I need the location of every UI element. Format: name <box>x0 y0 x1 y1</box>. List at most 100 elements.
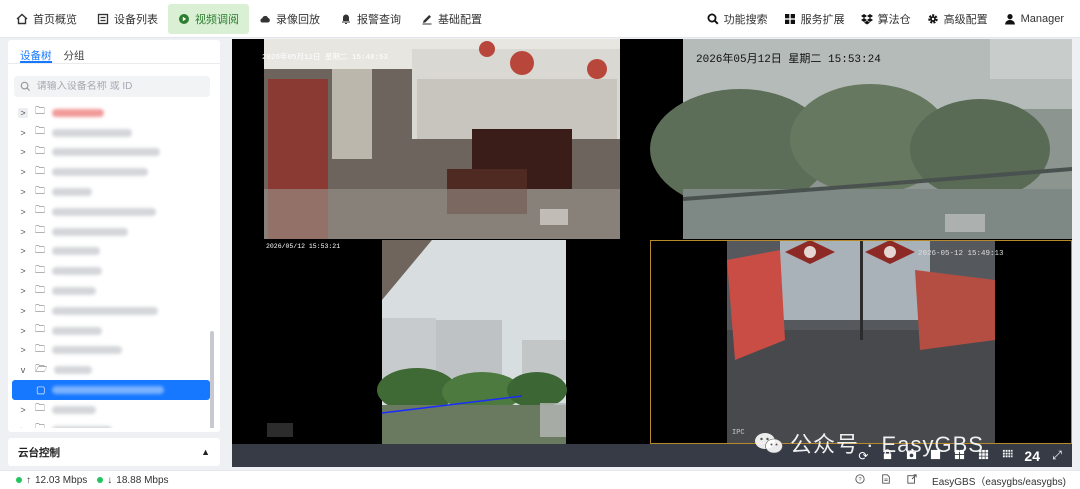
redacted-label <box>52 207 156 216</box>
nav-alarm-query[interactable]: 报警查询 <box>330 4 411 34</box>
video-timestamp: 2026-05-12 15:49:13 <box>918 250 1004 258</box>
chevron-right-icon[interactable]: > <box>18 207 28 217</box>
tree-node[interactable]: >🗀 <box>8 222 210 242</box>
nav-recording-playback[interactable]: 录像回放 <box>249 4 330 34</box>
folder-icon: 🗀 <box>35 145 45 157</box>
nav-algorithm-store-label: 算法仓 <box>877 13 911 26</box>
chevron-right-icon[interactable]: > <box>18 147 28 157</box>
chevron-right-icon[interactable]: > <box>18 286 28 296</box>
device-search-input[interactable] <box>36 81 204 92</box>
nav-service-extension[interactable]: 服务扩展 <box>776 4 853 34</box>
chevron-right-icon[interactable]: > <box>18 405 28 415</box>
folder-icon: 🗀 <box>35 403 45 415</box>
chevron-down-icon[interactable]: v <box>18 365 28 375</box>
video-cell-4[interactable]: 2026-05-12 15:49:13 IPC <box>650 240 1072 444</box>
tree-node[interactable]: >🗀 <box>8 321 210 341</box>
caret-up-icon[interactable]: ▲ <box>201 447 210 457</box>
nav-user-manager[interactable]: Manager <box>996 4 1072 34</box>
tree-node[interactable]: >🗀 <box>8 281 210 301</box>
redacted-label <box>52 346 122 355</box>
upload-rate: ↑ 12.03 Mbps <box>16 475 87 486</box>
layout-count[interactable]: 24 <box>1024 448 1040 464</box>
nav-basic-config[interactable]: 基础配置 <box>411 4 492 34</box>
video-cell-1[interactable]: 2026年05月12日 星期二 15:48:53 <box>232 39 650 239</box>
video-frame-lobby <box>232 39 650 239</box>
nav-advanced-config[interactable]: 高级配置 <box>919 4 996 34</box>
chevron-right-icon[interactable]: > <box>18 107 28 118</box>
dropbox-icon <box>860 13 873 25</box>
tree-node[interactable]: >🗀 <box>8 182 210 202</box>
tree-node[interactable]: >🗀 <box>8 341 210 361</box>
tree-node[interactable]: >🗀 <box>8 162 210 182</box>
gear-icon <box>927 13 939 25</box>
redacted-label <box>52 267 102 276</box>
nav-service-extension-label: 服务扩展 <box>800 13 845 26</box>
folder-icon: 🗀 <box>35 106 45 118</box>
redacted-label <box>52 227 128 236</box>
download-rate-value: 18.88 Mbps <box>116 474 169 486</box>
folder-icon: 🗀 <box>35 304 45 316</box>
nav-device-list-label: 设备列表 <box>114 13 158 26</box>
tree-node[interactable]: >🗀 <box>8 123 210 143</box>
tree-node[interactable]: >🗀 <box>8 242 210 262</box>
status-dot <box>97 477 104 483</box>
chevron-right-icon[interactable]: > <box>18 167 28 177</box>
tree-scrollbar[interactable] <box>210 331 214 428</box>
nav-home[interactable]: 首页概览 <box>6 4 87 34</box>
video-frame-street <box>232 240 650 444</box>
redacted-label <box>52 386 165 395</box>
top-navigation: 首页概览 设备列表 视频调阅 录像回放 报警查询 基础配置 功能搜索 服务扩展 … <box>0 0 1080 38</box>
tree-node-expanded[interactable]: v 🗁 <box>8 360 210 380</box>
ptz-control-panel[interactable]: 云台控制 ▲ <box>8 438 220 466</box>
nav-home-label: 首页概览 <box>33 13 77 26</box>
video-cell-2[interactable]: 2026年05月12日 星期二 15:53:24 <box>650 39 1072 239</box>
folder-icon: 🗀 <box>35 244 45 256</box>
status-dot <box>16 477 22 483</box>
video-grid: 2026年05月12日 星期二 15:48:53 2026年05月12日 星期二… <box>232 39 1072 467</box>
video-frame-park <box>650 39 1072 239</box>
chevron-right-icon[interactable]: > <box>18 246 28 256</box>
nav-algorithm-store[interactable]: 算法仓 <box>853 4 919 34</box>
nav-user-manager-label: Manager <box>1020 12 1064 25</box>
list-icon <box>97 13 109 25</box>
nav-recording-playback-label: 录像回放 <box>276 13 320 26</box>
nav-basic-config-label: 基础配置 <box>438 13 482 26</box>
upload-rate-value: 12.03 Mbps <box>35 474 88 486</box>
chevron-right-icon[interactable]: > <box>18 227 28 237</box>
tree-node[interactable]: >🗀 <box>8 202 210 222</box>
nav-device-list[interactable]: 设备列表 <box>87 4 168 34</box>
chevron-right-icon[interactable]: > <box>18 187 28 197</box>
tree-node[interactable]: >🗀 <box>8 400 210 420</box>
video-cell-3[interactable]: 2026/05/12 15:53:21 <box>232 240 650 444</box>
status-bar: ↑ 12.03 Mbps ↓ 18.88 Mbps ? EasyGBS（easy… <box>0 470 1080 489</box>
chevron-right-icon[interactable]: > <box>18 345 28 355</box>
edit-icon <box>421 13 433 25</box>
chevron-right-icon[interactable]: > <box>18 306 28 316</box>
layout-16-icon[interactable] <box>1000 449 1014 463</box>
chevron-right-icon[interactable]: > <box>18 128 28 138</box>
video-frame-doorway <box>650 240 1072 444</box>
home-icon <box>16 13 28 25</box>
document-icon[interactable] <box>880 474 892 486</box>
tree-node[interactable]: >🗀 <box>8 301 210 321</box>
tree-node[interactable]: >🗀 <box>8 103 210 123</box>
tab-device-tree[interactable]: 设备树 <box>20 48 52 63</box>
nav-right: 功能搜索 服务扩展 算法仓 高级配置 Manager <box>699 0 1080 37</box>
tree-node[interactable]: >🗀 <box>8 143 210 163</box>
tab-group[interactable]: 分组 <box>64 48 85 63</box>
redacted-label <box>52 306 158 315</box>
chevron-right-icon[interactable]: > <box>18 266 28 276</box>
tree-node-selected[interactable]: ▢ <box>12 380 210 400</box>
redacted-label <box>52 425 112 428</box>
help-icon[interactable]: ? <box>854 474 866 486</box>
tree-node[interactable]: >🗀 <box>8 261 210 281</box>
folder-icon: 🗀 <box>35 284 45 296</box>
chevron-right-icon[interactable]: > <box>18 425 28 428</box>
redacted-label <box>52 128 132 137</box>
chevron-right-icon[interactable]: > <box>18 326 28 336</box>
nav-video-view[interactable]: 视频调阅 <box>168 3 249 34</box>
nav-function-search[interactable]: 功能搜索 <box>699 4 776 34</box>
tree-node[interactable]: >🗀 <box>8 420 210 428</box>
share-icon[interactable] <box>906 474 918 486</box>
fullscreen-icon[interactable]: ⤢ <box>1050 448 1064 463</box>
